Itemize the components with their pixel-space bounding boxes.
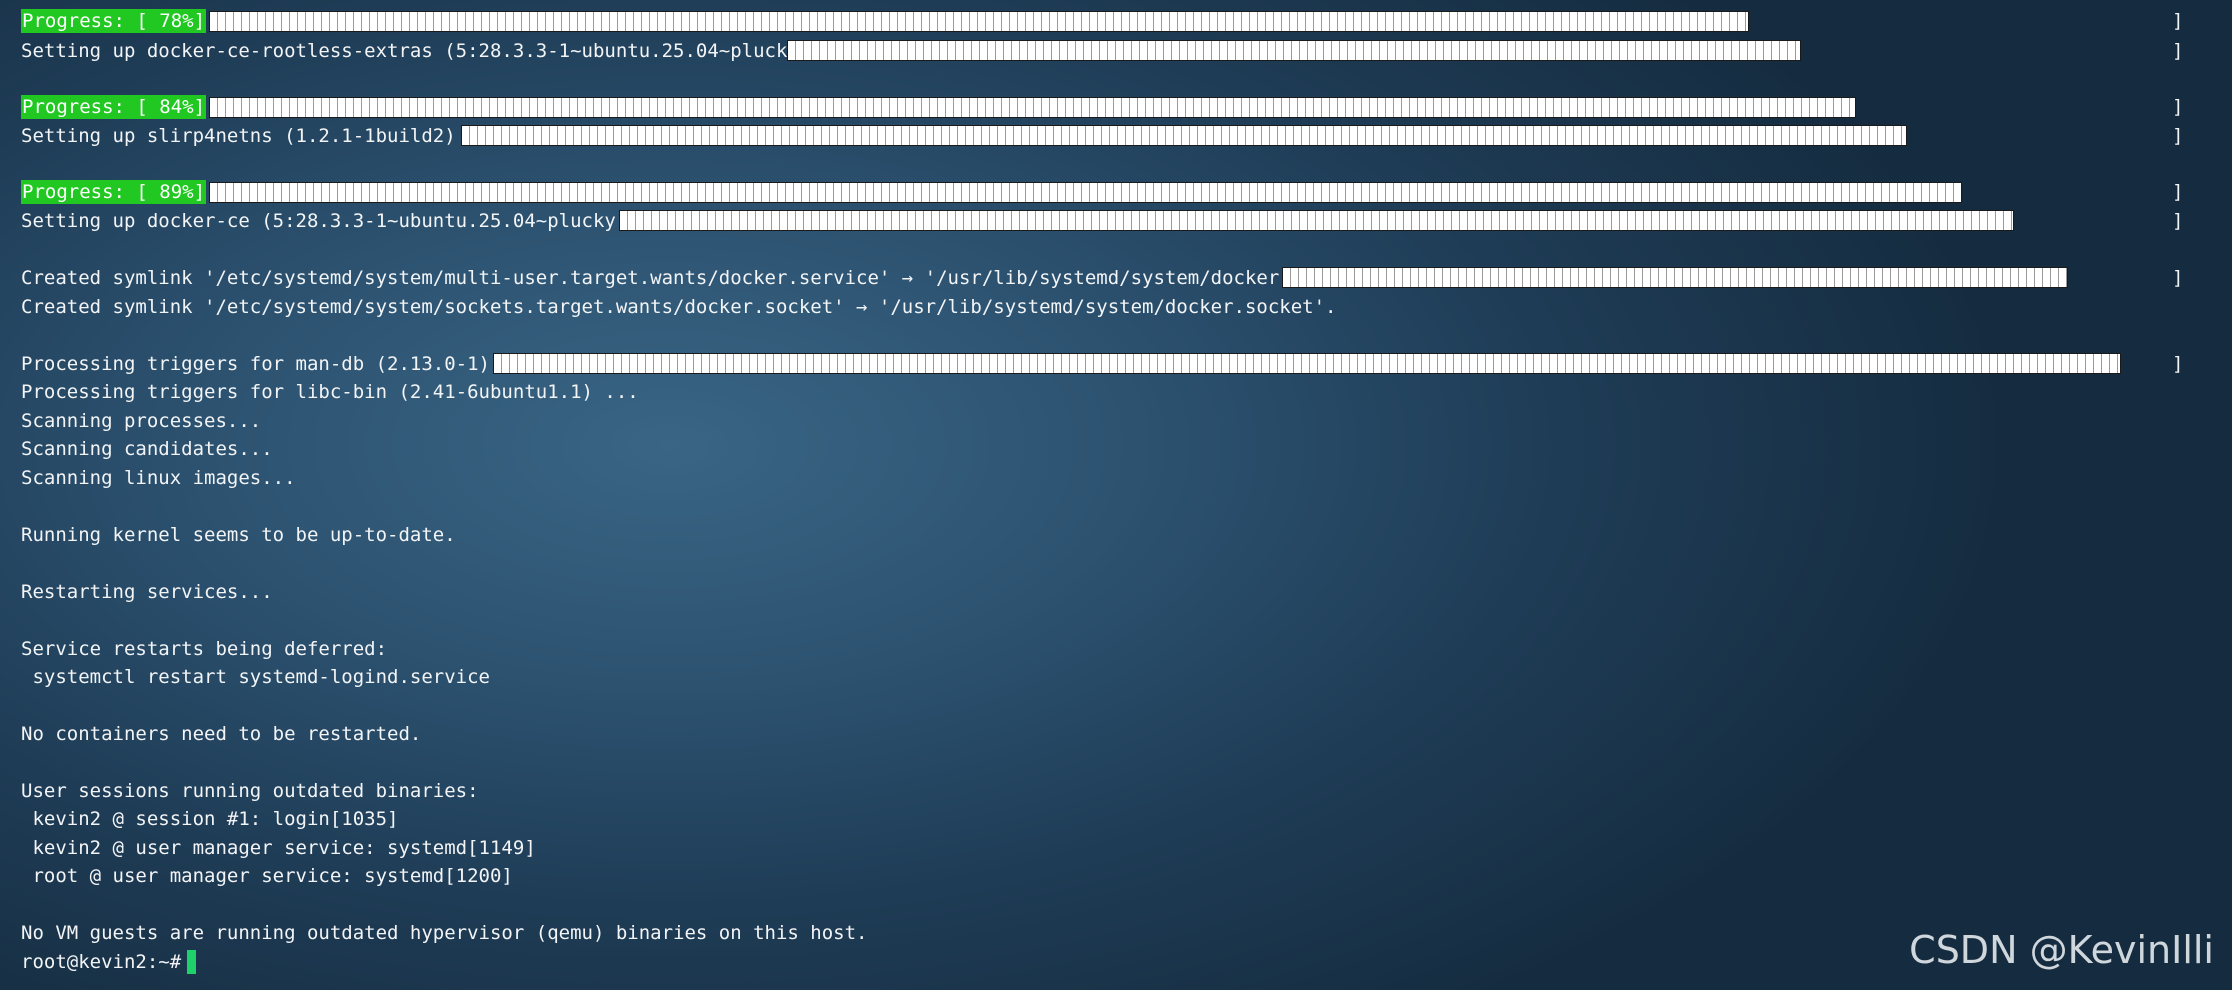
terminal-line: Service restarts being deferred: [21,638,388,660]
terminal-line: Created symlink '/etc/systemd/system/mul… [21,267,1394,289]
progress-label: Progress: [ 78%] [21,9,207,33]
watermark: CSDN @KevinIlli [1909,928,2214,972]
terminal-line: Scanning linux images... [21,467,296,489]
status-bar-overlay [619,210,2014,231]
status-bracket-close: ] [2172,267,2184,289]
status-bar-overlay [787,40,1801,61]
progress-bar-fill [209,182,1962,203]
terminal-line: User sessions running outdated binaries: [21,780,479,802]
status-bracket-close: ] [2172,210,2184,232]
shell-prompt[interactable]: root@kevin2:~# [21,948,197,976]
terminal-line: kevin2 @ user manager service: systemd[1… [21,837,536,859]
status-bar-overlay [461,125,1907,146]
terminal-line: root @ user manager service: systemd[120… [21,865,513,887]
terminal-line: Setting up docker-ce-rootless-extras (5:… [21,40,857,62]
terminal-window[interactable]: Progress: [ 78%] [ ] Setting up docker-c… [0,0,2232,990]
text-cursor [187,950,197,974]
terminal-line: No containers need to be restarted. [21,723,422,745]
terminal-line: Created symlink '/etc/systemd/system/soc… [21,296,1337,318]
terminal-line: Processing triggers for man-db (2.13.0-1… [21,353,536,375]
status-bar-overlay [1282,267,2068,288]
status-bar-overlay [493,353,2121,374]
terminal-line: No VM guests are running outdated hyperv… [21,922,868,944]
progress-line: Progress: [ 78%] [ [21,7,229,35]
progress-line: Progress: [ 84%] [ [21,93,229,121]
progress-bar-fill [209,11,1749,32]
progress-bracket-close: ] [2172,10,2184,32]
status-bracket-close: ] [2172,353,2184,375]
terminal-line: systemctl restart systemd-logind.service [21,666,490,688]
terminal-line: Running kernel seems to be up-to-date. [21,524,456,546]
terminal-line: Setting up docker-ce (5:28.3.3-1~ubuntu.… [21,210,674,232]
progress-bracket-close: ] [2172,96,2184,118]
terminal-line: kevin2 @ session #1: login[1035] [21,808,399,830]
terminal-line: Scanning processes... [21,410,262,432]
progress-bracket-close: ] [2172,181,2184,203]
terminal-line: Processing triggers for libc-bin (2.41-6… [21,381,639,403]
progress-bar-fill [209,97,1856,118]
terminal-line: Restarting services... [21,581,273,603]
progress-label: Progress: [ 89%] [21,180,207,204]
progress-line: Progress: [ 89%] [ [21,178,229,206]
progress-label: Progress: [ 84%] [21,95,207,119]
status-bracket-close: ] [2172,40,2184,62]
prompt-text: root@kevin2:~# [21,951,182,973]
terminal-line: Setting up slirp4netns (1.2.1-1build2) .… [21,125,502,147]
terminal-line: Scanning candidates... [21,438,273,460]
status-bracket-close: ] [2172,125,2184,147]
